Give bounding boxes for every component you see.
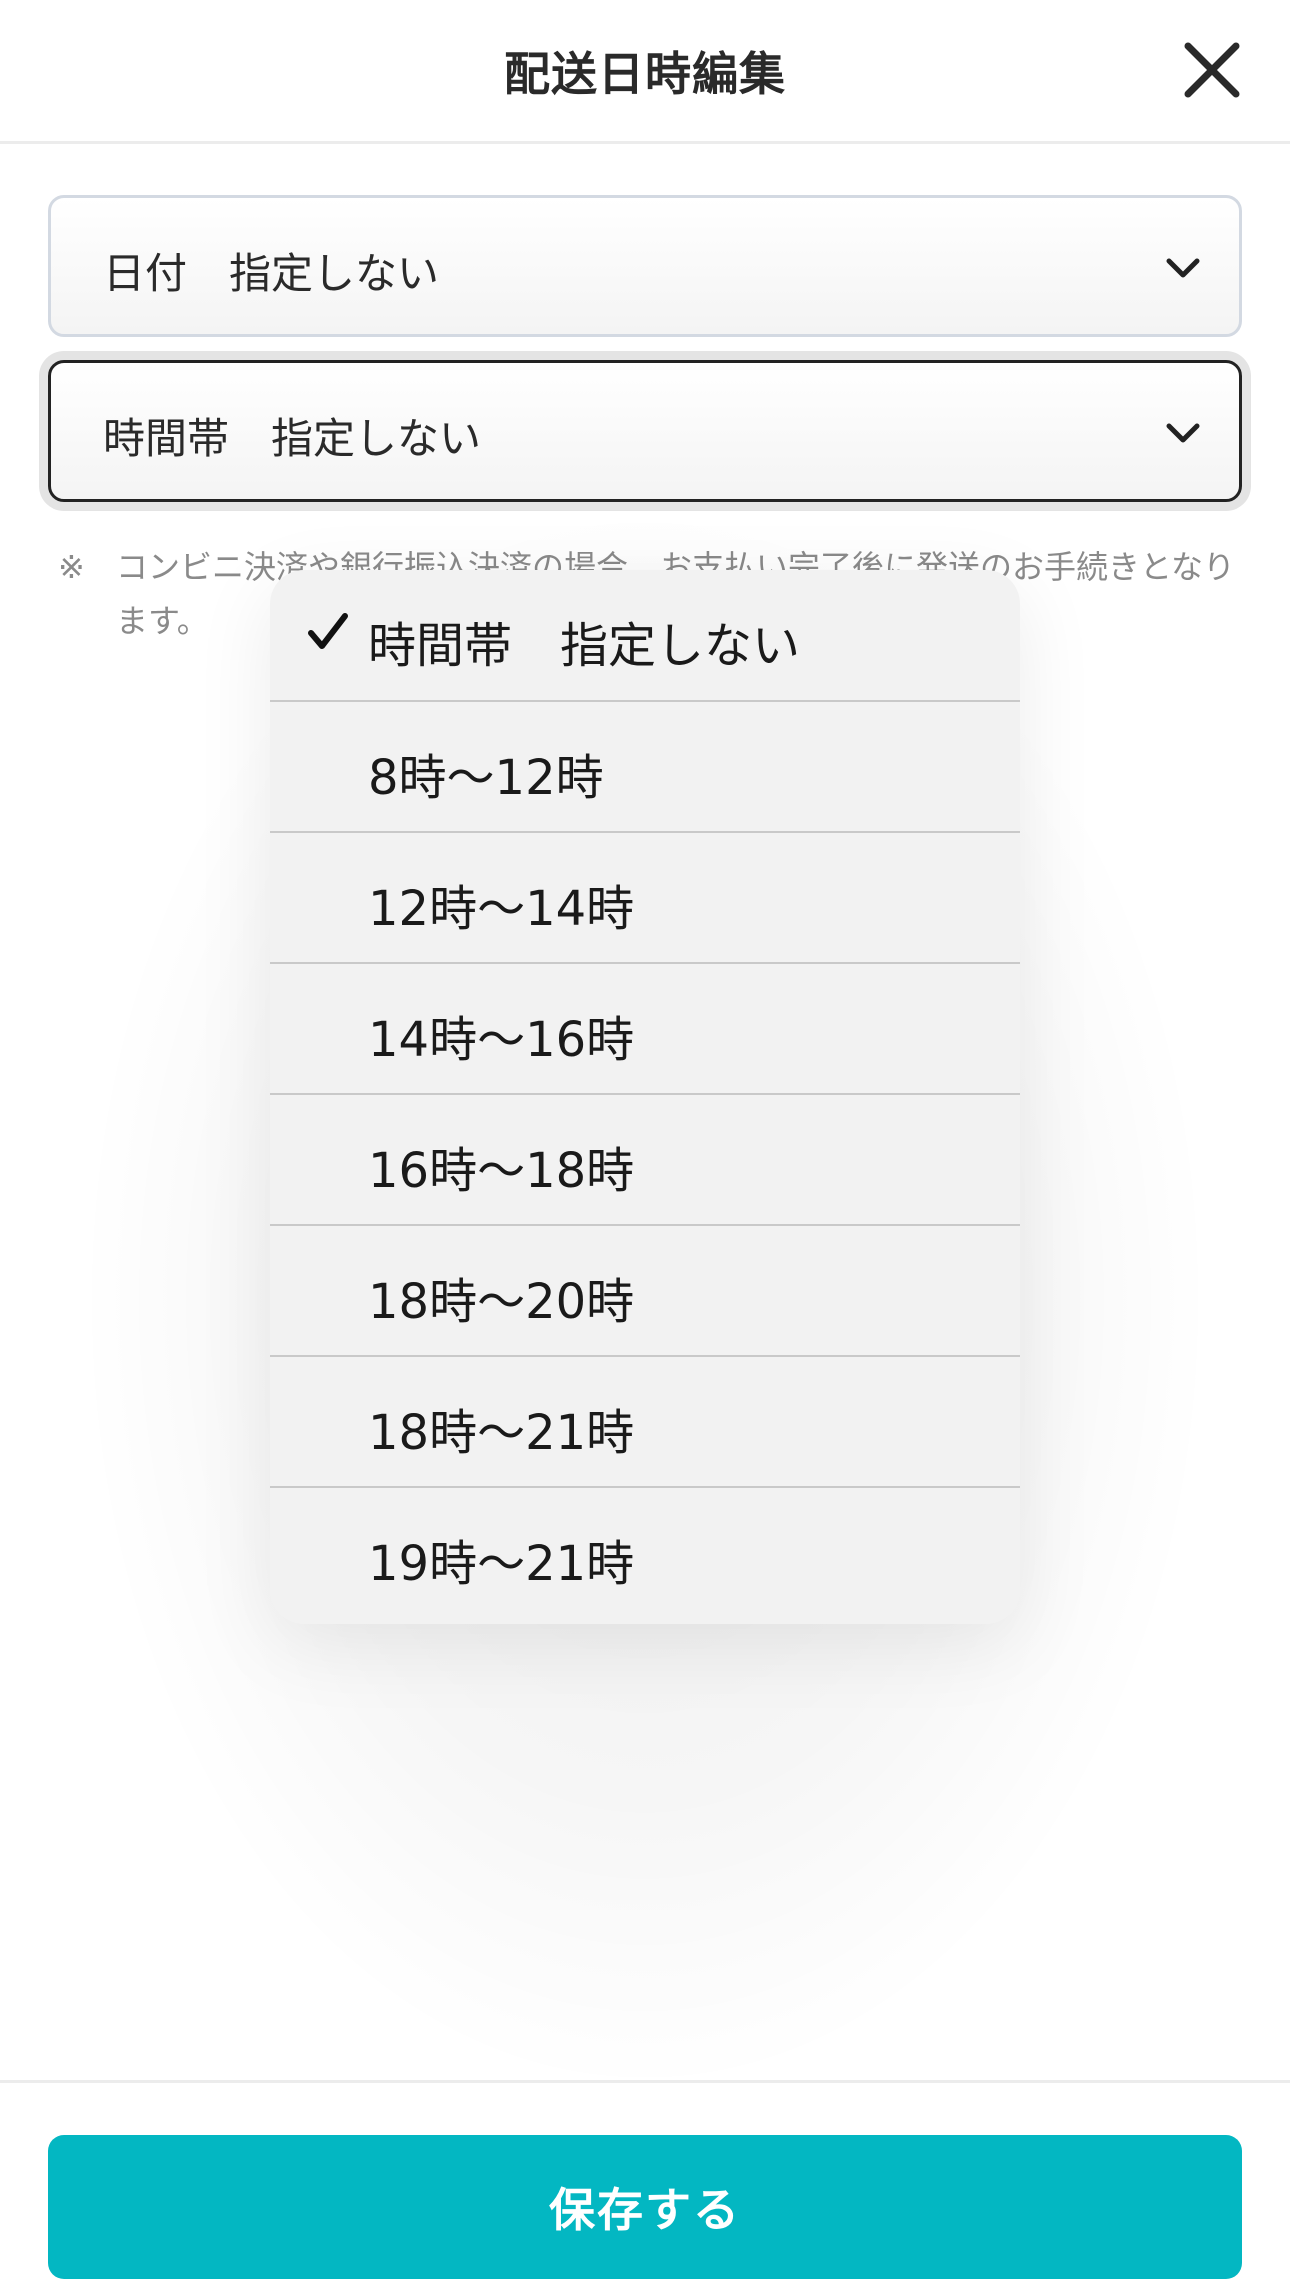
- close-button[interactable]: [1180, 38, 1244, 102]
- option-label: 時間帯 指定しない: [368, 618, 801, 674]
- time-option-8-12[interactable]: 8時〜12時: [270, 702, 1020, 833]
- chevron-down-icon: [1166, 258, 1200, 278]
- time-select-value: 時間帯 指定しない: [103, 414, 482, 463]
- option-label: 14時〜16時: [368, 1012, 635, 1068]
- time-option-none[interactable]: 時間帯 指定しない: [270, 570, 1020, 702]
- footer: 保存する: [0, 2080, 1290, 2289]
- note-mark: ※: [58, 548, 85, 586]
- time-option-18-21[interactable]: 18時〜21時: [270, 1357, 1020, 1488]
- save-button[interactable]: 保存する: [48, 2135, 1242, 2279]
- date-select-value: 日付 指定しない: [103, 249, 440, 298]
- time-slot-dropdown: 時間帯 指定しない 8時〜12時 12時〜14時 14時〜16時 16時〜18時…: [270, 570, 1020, 1624]
- time-option-19-21[interactable]: 19時〜21時: [270, 1488, 1020, 1619]
- option-label: 18時〜20時: [368, 1274, 635, 1330]
- page-title: 配送日時編集: [504, 47, 786, 101]
- header: 配送日時編集: [0, 0, 1290, 144]
- checkmark-icon: [308, 613, 348, 649]
- option-label: 8時〜12時: [368, 750, 604, 806]
- option-label: 12時〜14時: [368, 881, 635, 937]
- date-select[interactable]: 日付 指定しない: [48, 195, 1242, 337]
- time-option-14-16[interactable]: 14時〜16時: [270, 964, 1020, 1095]
- option-label: 19時〜21時: [368, 1536, 635, 1592]
- time-select[interactable]: 時間帯 指定しない: [48, 360, 1242, 502]
- time-option-16-18[interactable]: 16時〜18時: [270, 1095, 1020, 1226]
- time-option-12-14[interactable]: 12時〜14時: [270, 833, 1020, 964]
- close-icon: [1184, 42, 1240, 98]
- chevron-down-icon: [1166, 423, 1200, 443]
- option-label: 18時〜21時: [368, 1405, 635, 1461]
- time-option-18-20[interactable]: 18時〜20時: [270, 1226, 1020, 1357]
- option-label: 16時〜18時: [368, 1143, 635, 1199]
